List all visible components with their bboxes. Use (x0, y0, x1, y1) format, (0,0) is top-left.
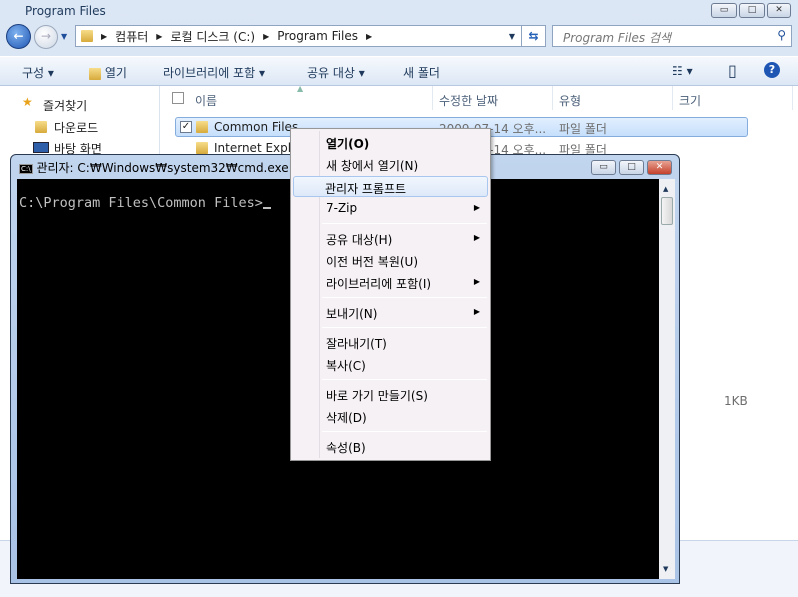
menu-item-open-new-window[interactable]: 새 창에서 열기(N) (293, 154, 488, 175)
close-button[interactable]: ✕ (767, 3, 791, 18)
column-size[interactable]: 크기 (679, 92, 701, 109)
menu-item-properties[interactable]: 속성(B) (293, 436, 488, 457)
command-bar: 구성 ▾ 열기 라이브러리에 포함 ▾ 공유 대상 ▾ 새 폴더 ☷ ▾ ▯ ? (0, 56, 798, 86)
window-title: Program Files (25, 4, 106, 18)
menu-item-send-to[interactable]: 보내기(N) ▶ (293, 302, 488, 323)
menu-item-include-library[interactable]: 라이브러리에 포함(I) ▶ (293, 272, 488, 293)
console-prompt: C:\Program Files\Common Files> (19, 195, 263, 211)
new-folder-button[interactable]: 새 폴더 (403, 64, 440, 81)
refresh-button[interactable]: ⇆ (521, 26, 545, 46)
menu-item-create-shortcut[interactable]: 바로 가기 만들기(S) (293, 384, 488, 405)
cmd-close-button[interactable]: ✕ (647, 160, 672, 175)
menu-label: 공유 대상(H) (326, 233, 393, 247)
open-folder-icon (89, 67, 101, 80)
column-headers: 이름 ▲ 수정한 날짜 유형 크기 (160, 84, 798, 112)
sort-ascending-icon: ▲ (297, 84, 304, 93)
cmd-minimize-button[interactable]: ▭ (591, 160, 616, 175)
cmd-titlebar: C:\ 관리자: C:₩Windows₩system32₩cmd.exe (19, 159, 289, 176)
scroll-thumb[interactable] (661, 197, 673, 225)
help-button[interactable]: ? (764, 62, 780, 78)
menu-label: 7-Zip (326, 201, 358, 215)
maximize-button[interactable]: □ (739, 3, 765, 18)
cmd-title: 관리자: C:₩Windows₩system32₩cmd.exe (36, 161, 289, 175)
select-all-checkbox[interactable] (172, 92, 184, 104)
context-menu: 열기(O) 새 창에서 열기(N) 관리자 프롬프트 7-Zip ▶ 공유 대상(… (290, 128, 491, 461)
menu-item-open[interactable]: 열기(O) (293, 132, 488, 153)
open-label: 열기 (104, 66, 127, 80)
menu-item-share[interactable]: 공유 대상(H) ▶ (293, 228, 488, 249)
row-checkbox[interactable]: ✓ (180, 121, 192, 133)
chevron-right-icon[interactable]: ▶ (366, 32, 372, 41)
breadcrumb-computer[interactable]: 컴퓨터 (115, 28, 148, 45)
sidebar-item-downloads[interactable]: 다운로드 (54, 119, 98, 136)
search-placeholder: Program Files 검색 (563, 31, 672, 45)
vertical-scrollbar[interactable]: ▲ ▼ (659, 179, 675, 579)
downloads-icon (35, 121, 47, 133)
menu-item-restore-versions[interactable]: 이전 버전 복원(U) (293, 250, 488, 271)
share-button[interactable]: 공유 대상 ▾ (307, 64, 365, 81)
cmd-maximize-button[interactable]: □ (619, 160, 644, 175)
menu-item-copy[interactable]: 복사(C) (293, 354, 488, 375)
file-name: Common Files (214, 120, 299, 134)
sidebar-favorites[interactable]: 즐겨찾기 (43, 97, 87, 114)
minimize-button[interactable]: ▭ (711, 3, 737, 18)
column-type[interactable]: 유형 (559, 92, 581, 109)
submenu-arrow-icon: ▶ (473, 233, 480, 242)
scroll-down-icon[interactable]: ▼ (663, 565, 668, 573)
chevron-right-icon[interactable]: ▶ (156, 32, 162, 41)
chevron-right-icon[interactable]: ▶ (101, 32, 107, 41)
menu-item-cut[interactable]: 잘라내기(T) (293, 332, 488, 353)
column-modified[interactable]: 수정한 날짜 (439, 92, 498, 109)
star-icon: ★ (22, 95, 33, 109)
menu-item-delete[interactable]: 삭제(D) (293, 406, 488, 427)
menu-label: 라이브러리에 포함(I) (326, 277, 432, 291)
submenu-arrow-icon: ▶ (473, 307, 480, 316)
back-button[interactable]: ← (6, 24, 31, 49)
desktop-icon (33, 142, 49, 153)
preview-pane-button[interactable]: ▯ (728, 61, 737, 80)
open-button[interactable]: 열기 (89, 64, 127, 81)
menu-item-admin-prompt[interactable]: 관리자 프롬프트 (293, 176, 488, 197)
address-dropdown-icon[interactable]: ▼ (509, 32, 515, 41)
search-input[interactable]: Program Files 검색 ⚲ (552, 25, 792, 47)
text-cursor (262, 207, 271, 209)
menu-item-7zip[interactable]: 7-Zip ▶ (293, 198, 488, 219)
folder-icon (196, 142, 208, 154)
column-name[interactable]: 이름 (195, 92, 217, 109)
include-library-button[interactable]: 라이브러리에 포함 ▾ (163, 64, 265, 81)
views-button[interactable]: ☷ ▾ (672, 64, 693, 78)
history-dropdown-icon[interactable]: ▼ (61, 32, 67, 41)
menu-label: 보내기(N) (326, 307, 378, 321)
submenu-arrow-icon: ▶ (473, 203, 480, 212)
folder-icon (81, 30, 93, 42)
cmd-icon: C:\ (19, 164, 33, 174)
search-icon[interactable]: ⚲ (777, 28, 786, 42)
scroll-up-icon[interactable]: ▲ (663, 185, 668, 193)
forward-button[interactable]: → (34, 25, 58, 49)
file-size: 1KB (724, 394, 748, 408)
breadcrumb-program-files[interactable]: Program Files (277, 29, 358, 43)
folder-icon (196, 121, 208, 133)
address-bar[interactable]: ▶ 컴퓨터 ▶ 로컬 디스크 (C:) ▶ Program Files ▶ ▼ … (75, 25, 546, 47)
chevron-right-icon[interactable]: ▶ (263, 32, 269, 41)
breadcrumb-local-disk[interactable]: 로컬 디스크 (C:) (170, 28, 255, 45)
organize-button[interactable]: 구성 ▾ (22, 64, 54, 81)
submenu-arrow-icon: ▶ (473, 277, 480, 286)
file-type: 파일 폴더 (559, 122, 607, 136)
